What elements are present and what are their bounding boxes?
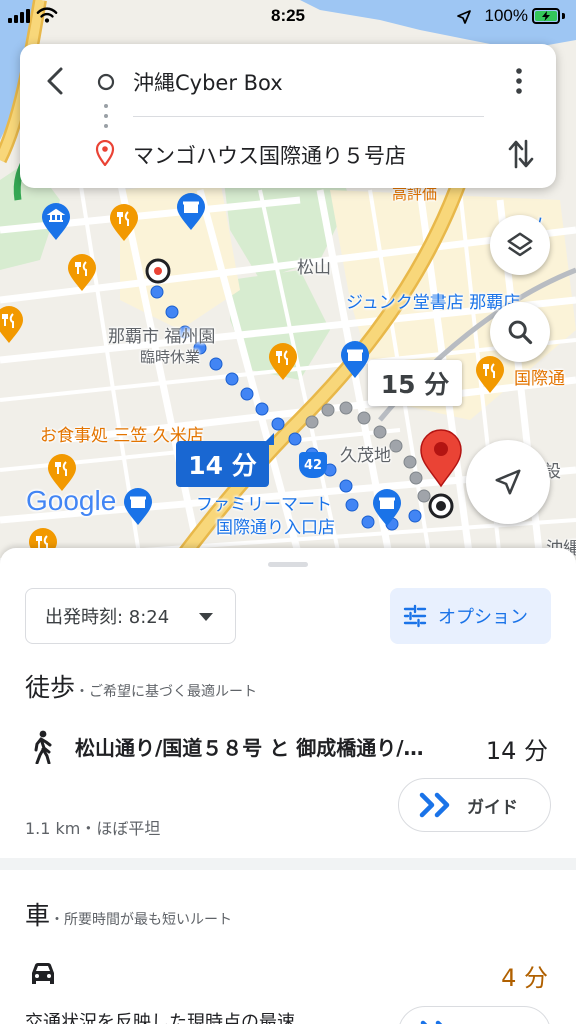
map-label-matsuyama: 松山 [297, 258, 331, 278]
layers-button[interactable] [490, 215, 550, 275]
layers-icon [507, 232, 533, 257]
more-vert-icon[interactable] [511, 66, 527, 96]
walking-person-icon [34, 730, 52, 764]
google-logo: Google [26, 485, 117, 516]
car-duration: 4 分 [501, 964, 548, 992]
walk-time-badge-tail [262, 433, 274, 445]
walk-subtitle: ・ご希望に基づく最適ルート [75, 684, 258, 700]
section-separator [0, 858, 576, 870]
walk-title: 徒歩 [25, 673, 76, 702]
double-chevron-icon [420, 1020, 443, 1024]
shop-pin-icon[interactable] [176, 193, 206, 231]
restaurant-pin-icon[interactable] [0, 306, 24, 344]
guide-label: ガイド [467, 797, 518, 818]
map-label-fukushuen[interactable]: 那覇市 福州園 [108, 322, 215, 347]
back-arrow-icon[interactable] [44, 66, 66, 96]
map-label-junkudo[interactable]: ジュンク堂書店 那覇店 [346, 288, 520, 313]
destination-field[interactable]: マンゴハウス国際通り５号店 [133, 140, 406, 170]
walk-distance-meta: 1.1 km・ほぼ平坦 [25, 819, 161, 838]
battery-level-icon [535, 11, 557, 21]
restaurant-pin-icon[interactable] [109, 204, 139, 242]
search-icon [508, 320, 533, 345]
departure-time-label: 出発時刻: 8:24 [45, 607, 170, 628]
my-location-button[interactable] [466, 440, 550, 524]
map-label-kokusai[interactable]: 国際通 [514, 364, 565, 389]
car-subtitle: ・所要時間が最も短いルート [50, 912, 233, 928]
departure-time-button[interactable]: 出発時刻: 8:24 [25, 588, 236, 644]
restaurant-pin-icon[interactable] [268, 343, 298, 381]
map-label-familymart-branch[interactable]: 国際通り入口店 [216, 513, 335, 538]
walk-duration: 14 分 [485, 737, 548, 765]
museum-pin-icon[interactable] [41, 203, 71, 241]
car-guide-button[interactable] [398, 1006, 551, 1024]
location-services-icon [457, 10, 471, 24]
tune-icon [403, 604, 427, 628]
dropdown-caret-icon [199, 613, 213, 621]
search-map-button[interactable] [490, 302, 550, 362]
sheet-drag-handle[interactable] [268, 562, 308, 567]
swap-vert-icon[interactable] [507, 137, 535, 171]
walk-route-summary[interactable]: 松山通り/国道５８号 と 御成橋通り/… [75, 732, 424, 761]
map-label-temp-closed: 臨時休業 [140, 348, 201, 366]
options-label: オプション [438, 607, 528, 628]
route-dots-icon [104, 104, 108, 128]
car-icon [32, 963, 54, 984]
field-divider [133, 116, 484, 117]
map-label-kumoji: 久茂地 [340, 446, 391, 466]
origin-field[interactable]: 沖縄Cyber Box [133, 67, 283, 97]
battery-icon [532, 8, 560, 24]
shop-pin-icon[interactable] [340, 341, 370, 379]
alt-time-badge[interactable]: 15 分 [368, 360, 462, 406]
directions-search-card: 沖縄Cyber Box マンゴハウス国際通り５号店 [20, 44, 556, 188]
directions-bottom-sheet: 出発時刻: 8:24 オプション 徒歩・ご希望に基づく最適ルート 松山通り/国道… [0, 548, 576, 1024]
walk-section-title: 徒歩・ご希望に基づく最適ルート [25, 668, 257, 704]
origin-circle-icon [97, 73, 115, 91]
route-shield-42: 42 [299, 452, 327, 478]
car-traffic-meta: 交通状況を反映した現時点の最速 [25, 1012, 295, 1024]
battery-tip-icon [562, 13, 565, 19]
charging-bolt-icon [542, 11, 550, 21]
walk-time-badge[interactable]: 14 分 [176, 441, 269, 487]
shop-pin-icon[interactable] [123, 488, 153, 526]
shop-pin-icon[interactable] [372, 489, 402, 527]
destination-pin-icon [95, 140, 115, 166]
restaurant-pin-icon[interactable] [475, 356, 505, 394]
restaurant-pin-icon[interactable] [67, 254, 97, 292]
battery-percent: 100% [484, 6, 528, 25]
car-section-title: 車・所要時間が最も短いルート [25, 896, 232, 932]
status-bar: 8:25 100% [0, 0, 576, 34]
car-title: 車 [25, 901, 51, 930]
double-chevron-icon [419, 792, 450, 818]
map-label-familymart[interactable]: ファミリーマート [196, 490, 332, 515]
navigation-arrow-icon [495, 469, 521, 495]
